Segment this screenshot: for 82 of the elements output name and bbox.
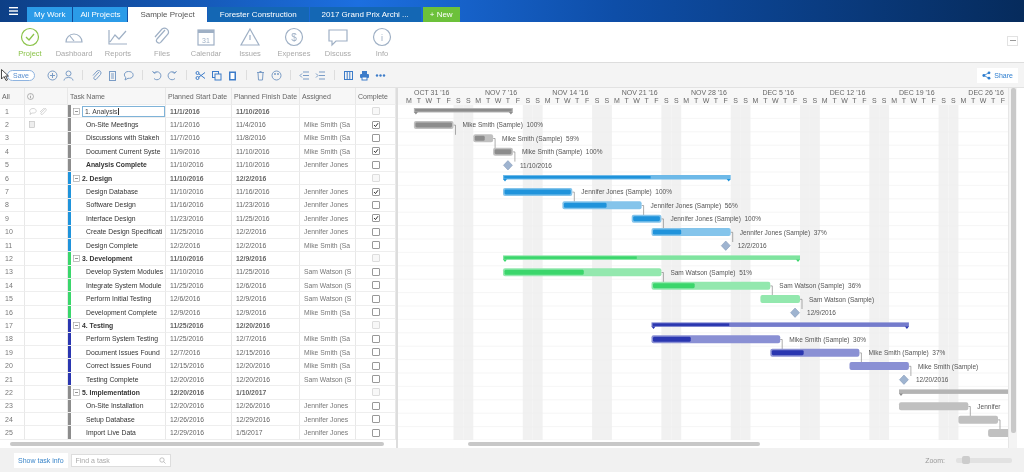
connector-line — [661, 218, 664, 229]
undo-icon[interactable] — [150, 69, 162, 81]
connector-line — [641, 205, 644, 216]
copy-icon[interactable] — [210, 69, 222, 81]
minus-icon — [1009, 40, 1016, 42]
complete-checkbox[interactable] — [371, 187, 380, 196]
person-icon[interactable] — [62, 69, 74, 81]
complete-checkbox[interactable] — [371, 348, 380, 357]
complete-checkbox[interactable] — [371, 241, 380, 250]
comment-icon[interactable] — [122, 69, 134, 81]
complete-checkbox[interactable] — [371, 308, 380, 317]
complete-checkbox[interactable] — [371, 334, 380, 343]
complete-checkbox[interactable] — [371, 120, 380, 129]
complete-checkbox[interactable] — [371, 214, 380, 223]
project-tab[interactable]: + New — [422, 7, 460, 22]
connector-line — [492, 138, 496, 149]
connector-line — [997, 419, 1001, 430]
complete-checkbox[interactable] — [371, 227, 380, 236]
paperclip-icon[interactable] — [90, 69, 102, 81]
indent-icon[interactable] — [314, 69, 326, 81]
redo-icon[interactable] — [166, 69, 178, 81]
menu-icon[interactable] — [9, 7, 18, 15]
paperclip-icon[interactable] — [39, 107, 47, 115]
trash-icon[interactable] — [254, 69, 266, 81]
summary-bar[interactable] — [651, 322, 909, 329]
project-tab[interactable]: My Work — [27, 7, 73, 22]
project-tab[interactable]: 2017 Grand Prix Archi ... — [309, 7, 421, 22]
project-icon — [19, 26, 41, 47]
comment-icon[interactable] — [29, 107, 37, 115]
clipboard-icon[interactable] — [106, 69, 118, 81]
connector-line — [908, 366, 912, 377]
complete-checkbox[interactable] — [371, 361, 380, 370]
complete-checkbox[interactable] — [371, 281, 380, 290]
collapse-button[interactable] — [1007, 36, 1018, 46]
info-icon — [27, 92, 34, 100]
search-icon — [158, 456, 166, 464]
print-icon[interactable] — [358, 69, 370, 81]
connector-line — [770, 285, 773, 296]
complete-checkbox[interactable] — [371, 160, 380, 169]
task-bar[interactable] — [651, 335, 781, 344]
connector-line — [859, 352, 862, 363]
connector-line — [572, 191, 575, 203]
connector-line — [968, 406, 971, 417]
scissors-icon[interactable] — [194, 69, 206, 81]
outdent-icon[interactable] — [298, 69, 310, 81]
scrollbar[interactable] — [1010, 88, 1016, 433]
connector-line — [512, 151, 516, 162]
complete-checkbox[interactable] — [371, 375, 380, 383]
task-bar[interactable] — [473, 134, 494, 143]
issues-icon — [239, 26, 261, 47]
connector-line — [661, 272, 664, 283]
complete-checkbox[interactable] — [371, 200, 380, 209]
complete-checkbox[interactable] — [371, 147, 380, 156]
task-bar[interactable] — [651, 228, 731, 237]
complete-checkbox[interactable] — [371, 401, 380, 410]
paste-icon[interactable] — [226, 69, 238, 81]
columns-icon[interactable] — [342, 69, 354, 81]
palette-icon[interactable] — [270, 69, 282, 81]
complete-checkbox[interactable] — [371, 415, 380, 424]
project-tab[interactable]: All Projects — [73, 7, 128, 22]
complete-checkbox[interactable] — [371, 428, 380, 437]
milestone-diamond[interactable] — [899, 374, 909, 385]
complete-checkbox[interactable] — [371, 267, 380, 276]
task-bar[interactable] — [770, 348, 860, 357]
scrollbar[interactable] — [468, 442, 760, 446]
project-tab[interactable]: Sample Project — [128, 7, 207, 22]
connector-line — [730, 232, 733, 243]
dollar-sign: $ — [291, 31, 297, 42]
project-tab[interactable]: Forester Construction — [207, 7, 309, 22]
document-icon[interactable] — [29, 121, 35, 129]
connector-line — [779, 339, 783, 350]
add-icon[interactable] — [46, 69, 58, 81]
zoom-slider[interactable] — [956, 457, 1012, 463]
connector-line — [799, 299, 803, 310]
discuss-icon — [327, 26, 349, 47]
share-icon — [982, 70, 992, 80]
scrollbar[interactable] — [10, 441, 384, 446]
complete-checkbox[interactable] — [371, 133, 380, 142]
slider-thumb[interactable] — [961, 456, 970, 464]
connector-line — [453, 124, 456, 136]
complete-checkbox[interactable] — [371, 294, 380, 303]
milestone-diamond[interactable] — [503, 160, 513, 171]
